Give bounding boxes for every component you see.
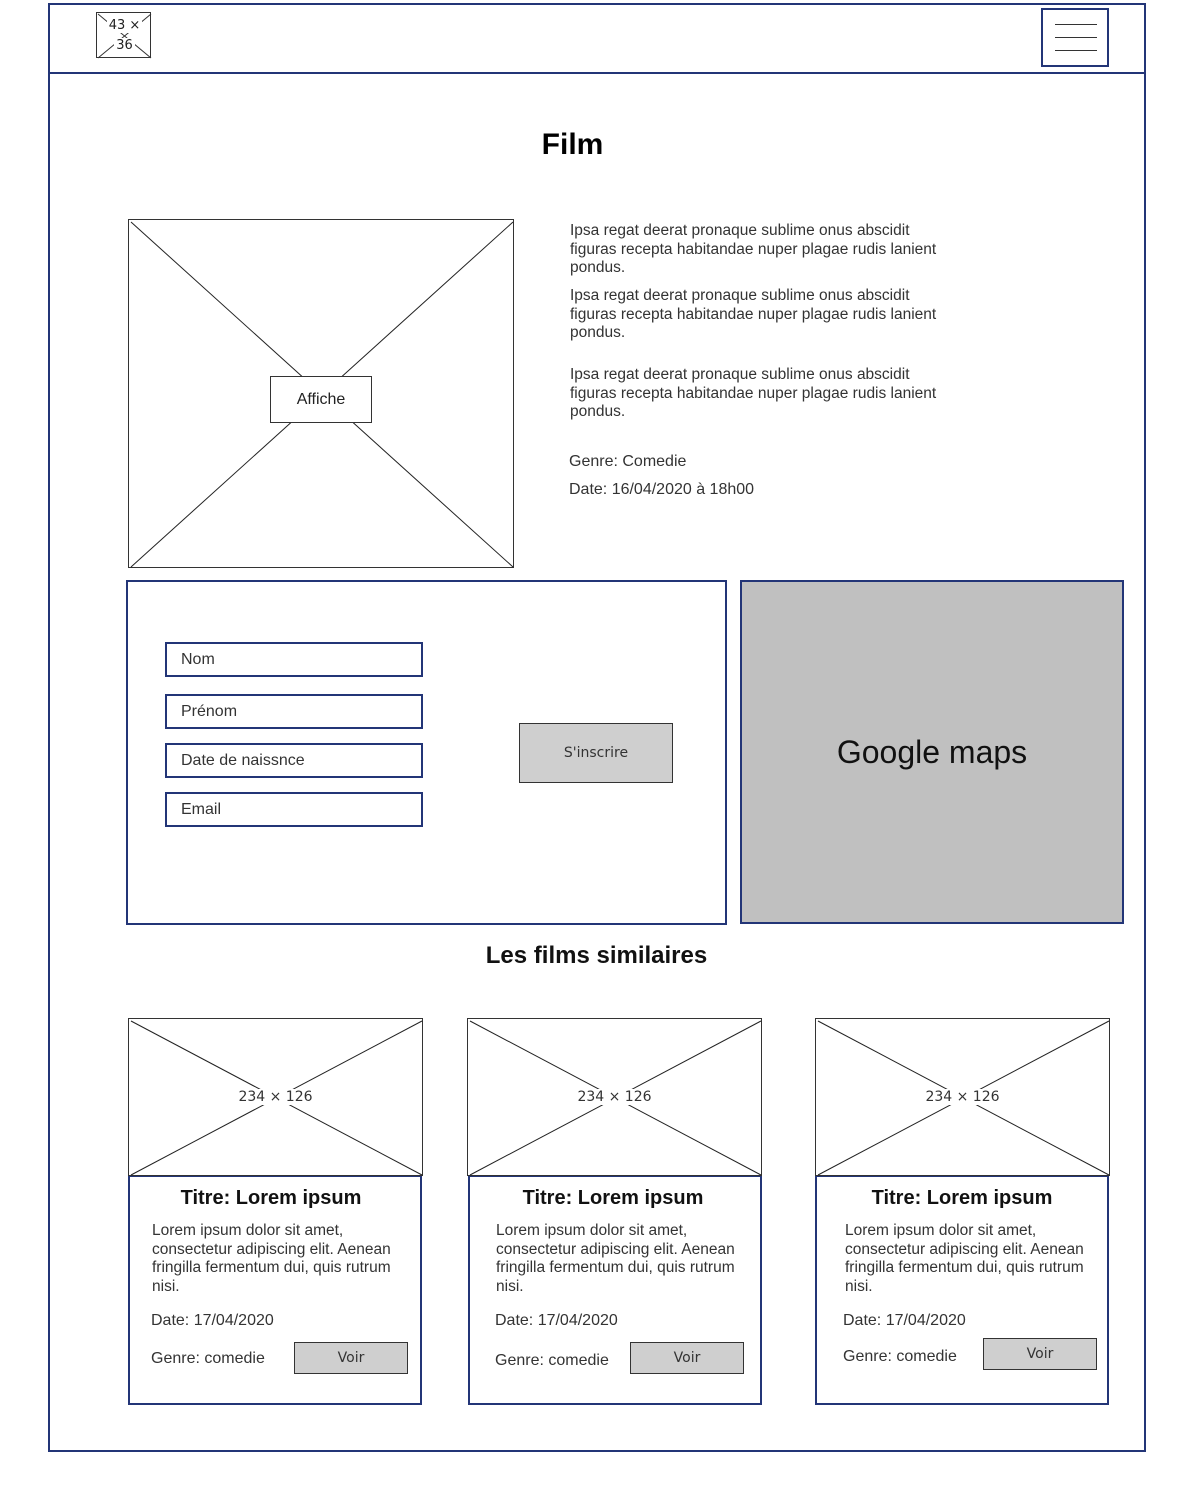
similar-films-heading: Les films similaires (485, 942, 708, 969)
film-card-description: Lorem ipsum dolor sit amet, consectetur … (845, 1222, 1084, 1296)
film-card-image: 234 × 126 (467, 1018, 762, 1176)
film-card-description: Lorem ipsum dolor sit amet, consectetur … (496, 1222, 735, 1296)
image-size-label: 234 × 126 (922, 1089, 1003, 1105)
description-paragraph: Ipsa regat deerat pronaque sublime onus … (570, 287, 937, 341)
image-size-label: 234 × 126 (574, 1089, 655, 1105)
menu-line (1055, 37, 1097, 38)
description-paragraph: Ipsa regat deerat pronaque sublime onus … (570, 222, 937, 276)
menu-line (1055, 24, 1097, 25)
film-card-genre: Genre: comedie (843, 1348, 957, 1365)
description-paragraph: Ipsa regat deerat pronaque sublime onus … (570, 366, 937, 420)
film-card-image: 234 × 126 (815, 1018, 1110, 1176)
logo-size-label: 43 × 36 (97, 16, 152, 56)
film-card-title: Titre: Lorem ipsum (522, 1187, 704, 1209)
email-field[interactable]: Email (165, 792, 423, 827)
film-card-title: Titre: Lorem ipsum (871, 1187, 1053, 1209)
signup-button[interactable]: S'inscrire (519, 723, 673, 783)
film-card-image: 234 × 126 (128, 1018, 423, 1176)
image-size-label: 234 × 126 (235, 1089, 316, 1105)
film-card-genre: Genre: comedie (151, 1350, 265, 1367)
view-button[interactable]: Voir (630, 1342, 744, 1374)
logo-placeholder[interactable]: 43 × 36 (96, 12, 152, 59)
film-card-genre: Genre: comedie (495, 1352, 609, 1369)
page-title: Film (541, 128, 604, 161)
logo-width: 43 × (106, 18, 143, 33)
nom-field[interactable]: Nom (165, 642, 423, 677)
prenom-field[interactable]: Prénom (165, 694, 423, 729)
header-divider (48, 72, 1146, 74)
view-button[interactable]: Voir (983, 1338, 1097, 1370)
poster-label: Affiche (270, 376, 372, 423)
film-card-date: Date: 17/04/2020 (843, 1312, 966, 1329)
hamburger-menu-icon[interactable] (1041, 8, 1109, 67)
google-map[interactable]: Google maps (740, 580, 1124, 924)
menu-line (1055, 50, 1097, 51)
film-card-description: Lorem ipsum dolor sit amet, consectetur … (152, 1222, 391, 1296)
film-date: Date: 16/04/2020 à 18h00 (569, 481, 755, 498)
poster-image: Affiche (128, 219, 514, 568)
film-card-date: Date: 17/04/2020 (151, 1312, 274, 1329)
logo-height: 36 (114, 38, 135, 53)
film-genre: Genre: Comedie (569, 453, 687, 470)
film-card-title: Titre: Lorem ipsum (180, 1187, 362, 1209)
birthdate-field[interactable]: Date de naissnce (165, 743, 423, 778)
film-card-date: Date: 17/04/2020 (495, 1312, 618, 1329)
view-button[interactable]: Voir (294, 1342, 408, 1374)
